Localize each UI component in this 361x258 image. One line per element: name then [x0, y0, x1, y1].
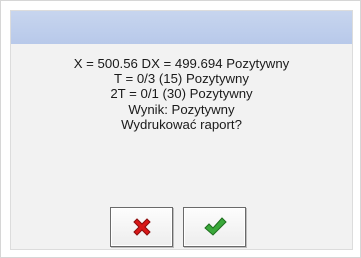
cancel-button[interactable]: [110, 207, 173, 247]
close-icon: [132, 218, 151, 236]
dialog-message: X = 500.56 DX = 499.694 Pozytywny T = 0/…: [11, 56, 352, 132]
message-line-result: Wynik: Pozytywny: [128, 101, 235, 117]
message-line-question: Wydrukować raport?: [121, 116, 242, 132]
message-line-x: X = 500.56 DX = 499.694 Pozytywny: [73, 56, 290, 71]
message-line-t: T = 0/3 (15) Pozytywny: [114, 71, 249, 87]
checkmark-icon: [203, 217, 227, 236]
screen-frame: X = 500.56 DX = 499.694 Pozytywny T = 0/…: [0, 0, 361, 258]
confirm-button[interactable]: [183, 207, 246, 247]
report-dialog: X = 500.56 DX = 499.694 Pozytywny T = 0/…: [10, 10, 353, 250]
message-line-2t: 2T = 0/1 (30) Pozytywny: [110, 86, 253, 102]
dialog-title-bar: [11, 11, 352, 44]
